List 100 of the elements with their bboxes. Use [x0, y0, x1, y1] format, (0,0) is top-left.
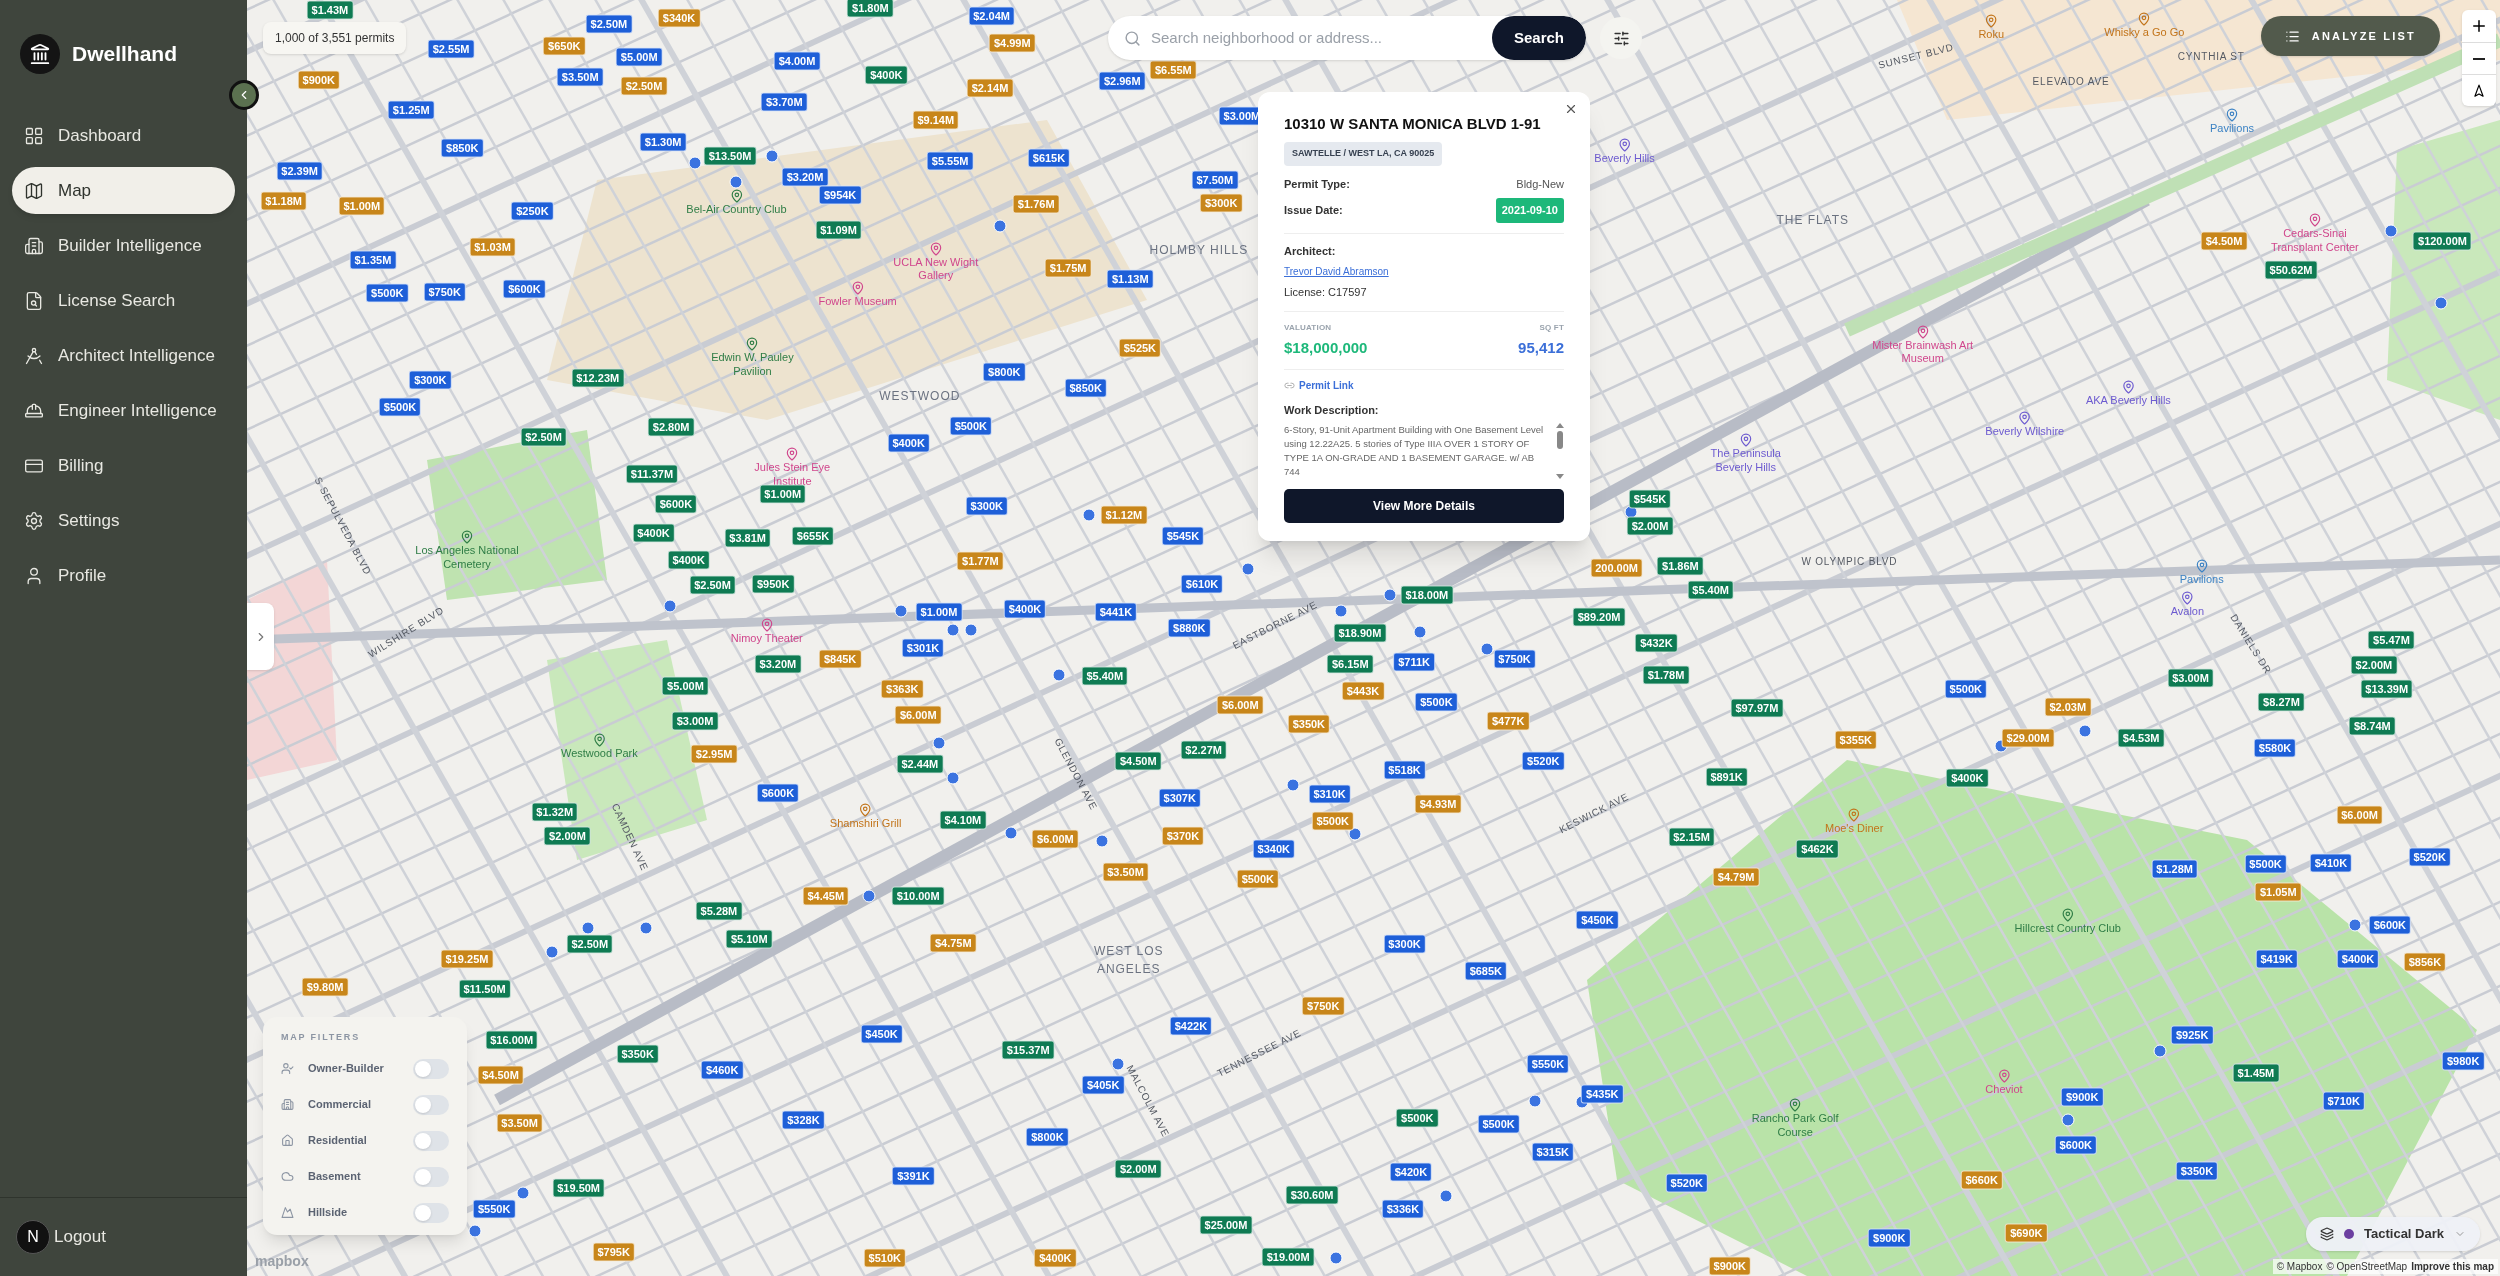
place-pin-icon[interactable] — [2017, 410, 2032, 425]
place-pin-icon[interactable] — [2307, 212, 2322, 227]
price-marker[interactable]: $410K — [2309, 853, 2353, 873]
price-marker[interactable]: $2.00M — [1114, 1159, 1162, 1179]
nav-item[interactable]: Dashboard — [12, 112, 235, 159]
price-marker[interactable]: $2.55M — [427, 39, 475, 59]
price-marker[interactable]: $89.20M — [1572, 607, 1626, 627]
price-marker[interactable]: $1.45M — [2232, 1063, 2280, 1083]
place-pin-icon[interactable] — [745, 337, 760, 352]
price-marker[interactable]: $500K — [1311, 811, 1354, 831]
permit-link[interactable]: Permit Link — [1299, 378, 1354, 393]
price-marker[interactable]: $545K — [1628, 489, 1672, 509]
price-marker[interactable]: $7.50M — [1191, 170, 1239, 190]
logout-link[interactable]: Logout — [54, 1224, 106, 1250]
price-marker[interactable]: $5.40M — [1081, 666, 1129, 686]
place-pin-icon[interactable] — [2194, 559, 2209, 573]
price-marker[interactable]: $8.74M — [2349, 716, 2396, 736]
price-marker[interactable]: $900K — [1708, 1256, 1751, 1276]
nav-item[interactable]: Settings — [12, 497, 235, 544]
price-marker[interactable]: $510K — [863, 1248, 906, 1268]
price-marker[interactable]: $950K — [751, 574, 795, 594]
price-marker[interactable]: $11.50M — [458, 979, 511, 999]
price-marker[interactable]: $2.15M — [1668, 827, 1715, 847]
price-marker[interactable]: $795K — [592, 1242, 635, 1262]
view-details-button[interactable]: View More Details — [1284, 488, 1564, 523]
price-marker[interactable]: $856K — [2403, 952, 2447, 972]
map-style-picker[interactable]: Tactical Dark — [2306, 1217, 2480, 1251]
price-marker[interactable]: $2.14M — [966, 78, 1014, 98]
price-marker[interactable]: $610K — [1180, 574, 1224, 594]
price-marker[interactable]: $9.80M — [301, 977, 349, 997]
price-marker[interactable]: $18.90M — [1333, 623, 1387, 643]
price-marker[interactable]: $419K — [2255, 949, 2298, 969]
price-marker[interactable]: $462K — [1796, 839, 1839, 859]
price-marker[interactable]: $1.05M — [2254, 882, 2302, 902]
close-icon[interactable] — [1564, 102, 1578, 116]
price-marker[interactable]: $5.55M — [926, 151, 974, 171]
price-marker[interactable]: $250K — [511, 201, 554, 221]
search-field[interactable]: Search neighborhood or address... — [1151, 26, 1492, 50]
price-marker[interactable]: $4.75M — [929, 933, 977, 953]
price-marker[interactable]: $518K — [1383, 760, 1426, 780]
price-marker[interactable]: $6.00M — [894, 705, 942, 725]
price-marker[interactable]: $300K — [1199, 193, 1243, 213]
price-marker[interactable]: $6.00M — [1032, 829, 1079, 849]
price-marker[interactable]: $405K — [1082, 1075, 1125, 1095]
price-marker[interactable]: $2.80M — [647, 417, 695, 437]
toggle-switch[interactable] — [413, 1058, 449, 1079]
price-marker[interactable]: $3.20M — [781, 167, 829, 187]
price-marker[interactable]: $29.00M — [2001, 729, 2055, 748]
architect-link[interactable]: Trevor David Abramson — [1284, 264, 1389, 279]
price-marker[interactable]: $660K — [1960, 1170, 2003, 1190]
price-marker[interactable]: $1.09M — [815, 220, 862, 240]
toggle-switch[interactable] — [413, 1130, 449, 1151]
price-marker[interactable]: $13.39M — [2360, 679, 2414, 699]
place-pin-icon[interactable] — [592, 732, 607, 747]
price-marker[interactable]: $5.40M — [1687, 580, 1734, 600]
price-marker[interactable]: $391K — [892, 1166, 935, 1185]
price-marker[interactable]: $2.27M — [1180, 740, 1227, 760]
place-pin-icon[interactable] — [785, 447, 800, 462]
price-marker[interactable]: $4.50M — [477, 1065, 524, 1085]
price-marker[interactable]: $19.50M — [552, 1178, 606, 1198]
price-marker[interactable]: $710K — [2322, 1091, 2365, 1111]
attribution-link[interactable]: © Mapbox — [2276, 1259, 2323, 1274]
place-pin-icon[interactable] — [2225, 107, 2239, 122]
price-marker[interactable]: $500K — [2244, 855, 2287, 874]
nav-item[interactable]: Profile — [12, 552, 235, 599]
price-marker[interactable]: $2.50M — [566, 934, 614, 954]
price-marker[interactable]: $300K — [965, 496, 1008, 516]
price-marker[interactable]: $845K — [818, 649, 862, 669]
price-marker[interactable]: $500K — [1944, 679, 1987, 699]
price-marker[interactable]: $545K — [1161, 526, 1205, 546]
price-marker[interactable]: $6.15M — [1326, 654, 1374, 673]
price-marker[interactable]: $355K — [1834, 730, 1877, 750]
price-marker[interactable]: $500K — [366, 283, 409, 303]
price-marker[interactable]: $443K — [1341, 681, 1385, 701]
price-marker[interactable]: $350K — [616, 1044, 659, 1064]
price-marker[interactable]: $5.10M — [725, 929, 773, 949]
place-pin-icon[interactable] — [1997, 1069, 2011, 1084]
price-marker[interactable]: $25.00M — [1199, 1215, 1253, 1235]
price-marker[interactable]: $400K — [1034, 1248, 1077, 1268]
nav-item[interactable]: License Search — [12, 277, 235, 324]
price-marker[interactable]: $4.45M — [802, 886, 850, 906]
price-marker[interactable]: $900K — [2060, 1087, 2104, 1107]
nav-item[interactable]: Builder Intelligence — [12, 222, 235, 269]
place-pin-icon[interactable] — [729, 188, 744, 203]
price-marker[interactable]: $3.81M — [724, 528, 771, 547]
toggle-switch[interactable] — [413, 1202, 449, 1223]
nav-item[interactable]: Map — [12, 167, 235, 214]
price-marker[interactable]: $4.50M — [2200, 231, 2248, 251]
attribution-link[interactable]: © OpenStreetMap — [2326, 1259, 2408, 1274]
price-marker[interactable]: $1.32M — [531, 802, 579, 822]
price-marker[interactable]: $3.50M — [1102, 862, 1149, 882]
collapse-sidebar-button[interactable] — [229, 80, 259, 110]
nav-item[interactable]: Architect Intelligence — [12, 332, 235, 379]
place-pin-icon[interactable] — [2137, 11, 2152, 26]
price-marker[interactable]: $450K — [860, 1024, 903, 1044]
nav-item[interactable]: Engineer Intelligence — [12, 387, 235, 434]
price-marker[interactable]: $690K — [2005, 1223, 2048, 1243]
price-marker[interactable]: $525K — [1118, 338, 1162, 358]
analyze-list-button[interactable]: ANALYZE LIST — [2260, 16, 2440, 56]
price-marker[interactable]: $3.00M — [2167, 668, 2214, 688]
